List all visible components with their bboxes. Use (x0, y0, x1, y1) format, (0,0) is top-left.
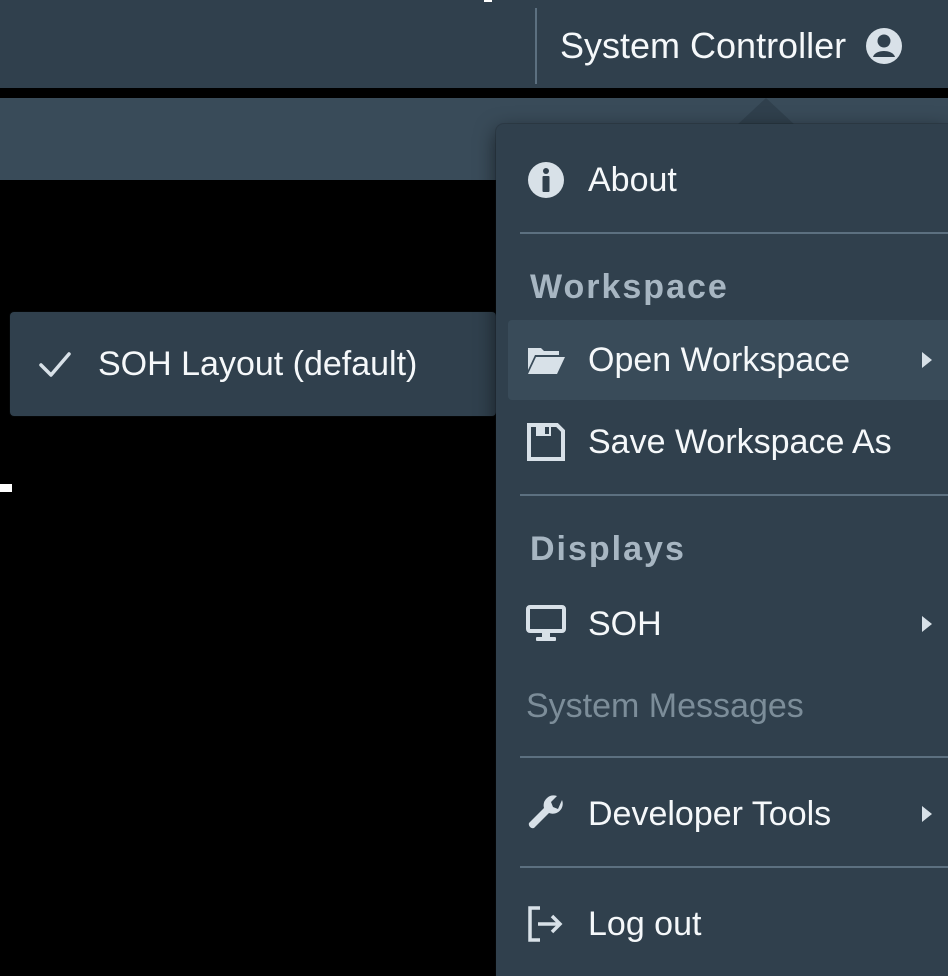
menu-item-label: System Messages (526, 686, 804, 725)
folder-open-icon (528, 348, 565, 374)
menu-item-about[interactable]: About (508, 140, 948, 220)
user-dropdown-menu: About Workspace Open Workspace Save Work… (496, 124, 948, 976)
menu-item-developer-tools[interactable]: Developer Tools (508, 774, 948, 854)
user-circle-icon (866, 28, 903, 64)
menu-item-label: Log out (588, 904, 702, 943)
caret-right-icon (922, 616, 932, 632)
menu-item-label: Save Workspace As (588, 422, 892, 461)
menu-item-log-out[interactable]: Log out (508, 884, 948, 964)
menu-divider (520, 232, 948, 234)
navbar-divider (535, 8, 537, 84)
menu-item-soh[interactable]: SOH (508, 584, 948, 664)
top-navbar: System Controller (0, 0, 948, 88)
desktop-icon (526, 605, 566, 641)
edge-artifact-left (0, 484, 12, 492)
menu-popover-arrow (736, 98, 796, 126)
caret-right-icon (922, 352, 932, 368)
checkmark-icon (39, 352, 71, 377)
menu-item-label: Open Workspace (588, 340, 851, 379)
edge-artifact (484, 0, 492, 2)
menu-item-save-workspace-as[interactable]: Save Workspace As (508, 402, 948, 482)
floppy-disk-icon (527, 423, 565, 461)
menu-divider (520, 866, 948, 868)
menu-item-system-messages: System Messages (508, 666, 948, 746)
open-workspace-submenu: SOH Layout (default) (10, 312, 496, 416)
user-label: System Controller (560, 25, 847, 66)
menu-item-label: SOH (588, 604, 662, 643)
log-out-icon (528, 906, 563, 942)
user-menu-button[interactable]: System Controller (560, 12, 948, 80)
info-circle-icon (528, 162, 564, 198)
wrench-icon (528, 795, 563, 829)
menu-section-workspace: Workspace (530, 268, 729, 306)
submenu-item-soh-layout[interactable]: SOH Layout (default) (98, 345, 417, 384)
menu-item-open-workspace[interactable]: Open Workspace (508, 320, 948, 400)
menu-item-label: About (588, 160, 677, 199)
menu-divider (520, 756, 948, 758)
caret-right-icon (922, 806, 932, 822)
menu-section-displays: Displays (530, 530, 686, 568)
menu-item-label: Developer Tools (588, 794, 832, 833)
menu-divider (520, 494, 948, 496)
